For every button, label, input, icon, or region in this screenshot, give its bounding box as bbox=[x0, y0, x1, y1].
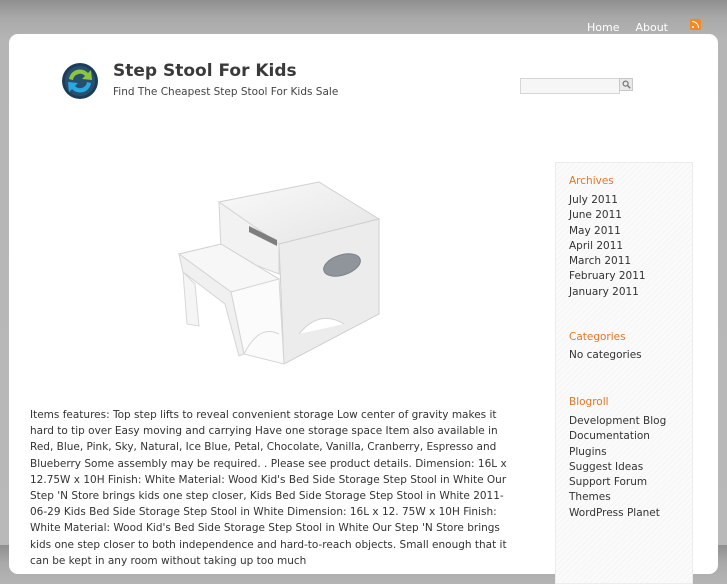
archives-heading: Archives bbox=[569, 175, 614, 187]
archive-link[interactable]: February 2011 bbox=[569, 269, 646, 284]
archive-link[interactable]: April 2011 bbox=[569, 239, 646, 254]
blogroll-link[interactable]: Plugins bbox=[569, 445, 666, 460]
search-input[interactable] bbox=[520, 78, 620, 94]
product-image[interactable] bbox=[159, 174, 389, 374]
search-button[interactable] bbox=[619, 78, 633, 91]
magnifier-icon bbox=[622, 80, 631, 89]
site-tagline: Find The Cheapest Step Stool For Kids Sa… bbox=[113, 86, 339, 98]
categories-empty: No categories bbox=[569, 349, 642, 361]
archive-link[interactable]: January 2011 bbox=[569, 285, 646, 300]
sync-logo-icon[interactable] bbox=[61, 62, 99, 100]
archives-widget: Archives July 2011 June 2011 May 2011 Ap… bbox=[569, 175, 646, 300]
nav-home-link[interactable]: Home bbox=[587, 21, 619, 34]
archive-link[interactable]: May 2011 bbox=[569, 224, 646, 239]
blogroll-link[interactable]: Suggest Ideas bbox=[569, 460, 666, 475]
categories-widget: Categories No categories bbox=[569, 331, 642, 361]
blogroll-link[interactable]: Themes bbox=[569, 490, 666, 505]
page-container: Step Stool For Kids Find The Cheapest St… bbox=[9, 34, 718, 584]
categories-heading: Categories bbox=[569, 331, 626, 343]
top-navigation: Home About bbox=[587, 19, 701, 34]
site-title[interactable]: Step Stool For Kids bbox=[113, 61, 297, 81]
blogroll-link[interactable]: WordPress Planet bbox=[569, 506, 666, 521]
blogroll-widget: Blogroll Development Blog Documentation … bbox=[569, 396, 666, 521]
blogroll-heading: Blogroll bbox=[569, 396, 609, 408]
rss-icon[interactable] bbox=[690, 19, 701, 30]
sidebar: Archives July 2011 June 2011 May 2011 Ap… bbox=[555, 162, 693, 584]
archive-link[interactable]: June 2011 bbox=[569, 208, 646, 223]
blogroll-link[interactable]: Documentation bbox=[569, 429, 666, 444]
blogroll-link[interactable]: Support Forum bbox=[569, 475, 666, 490]
archive-link[interactable]: March 2011 bbox=[569, 254, 646, 269]
archive-link[interactable]: July 2011 bbox=[569, 193, 646, 208]
blogroll-link[interactable]: Development Blog bbox=[569, 414, 666, 429]
nav-about-link[interactable]: About bbox=[635, 21, 668, 34]
